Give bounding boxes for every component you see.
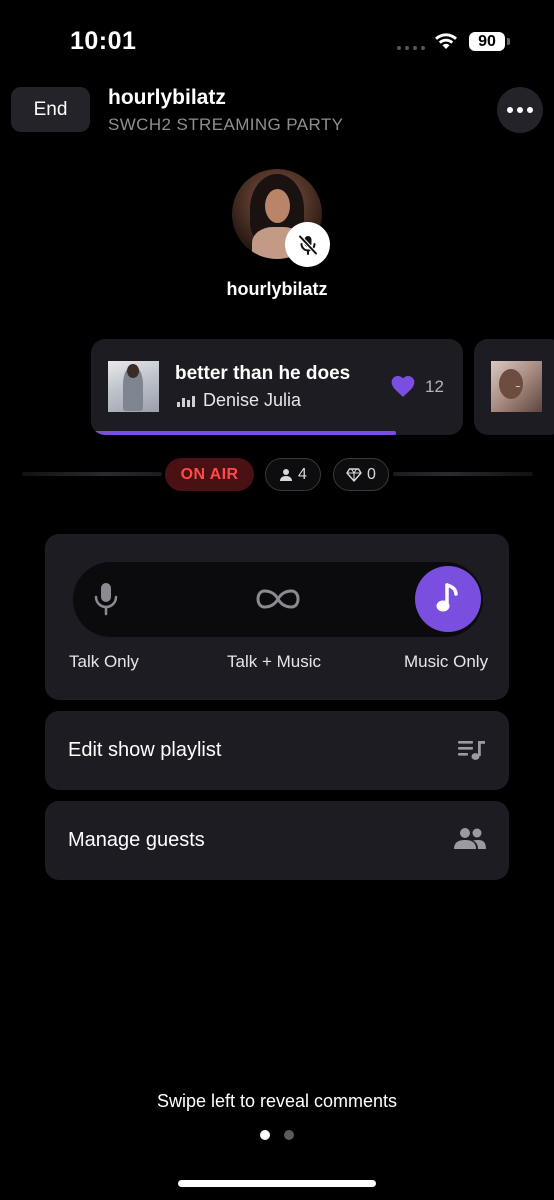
talk-only-button[interactable] <box>73 566 139 632</box>
mic-off-icon <box>297 234 318 255</box>
broadcast-mode-panel: Talk Only Talk + Music Music Only <box>45 534 509 700</box>
track-artist: Denise Julia <box>203 390 302 410</box>
cellular-signal-icon <box>397 46 425 50</box>
gem-count-pill[interactable]: 0 <box>333 458 389 491</box>
talk-music-button[interactable] <box>245 566 311 632</box>
status-bar: 10:01 90 <box>0 0 554 80</box>
end-button[interactable]: End <box>11 87 90 132</box>
now-playing-card[interactable]: better than he does Denise Julia 12 <box>91 339 463 435</box>
more-dot-icon <box>517 107 523 113</box>
like-count: 12 <box>425 377 444 396</box>
manage-guests-row[interactable]: Manage guests <box>45 801 509 880</box>
gem-count: 0 <box>367 465 376 483</box>
more-dot-icon <box>527 107 533 113</box>
edit-playlist-row[interactable]: Edit show playlist <box>45 711 509 790</box>
people-icon <box>454 828 486 849</box>
manage-guests-label: Manage guests <box>68 829 205 851</box>
microphone-icon <box>94 583 118 616</box>
music-only-label: Music Only <box>404 652 489 671</box>
edit-playlist-label: Edit show playlist <box>68 739 222 761</box>
talk-music-label: Talk + Music <box>227 652 321 671</box>
battery-tip <box>507 38 510 45</box>
status-time: 10:01 <box>70 27 137 55</box>
divider-line <box>393 472 533 476</box>
next-track-card[interactable]: ~ <box>474 339 554 435</box>
more-options-button[interactable] <box>497 87 543 133</box>
mic-muted-badge[interactable] <box>285 222 330 267</box>
on-air-badge: ON AIR <box>165 458 254 491</box>
next-album-art: ~ <box>491 361 542 412</box>
playback-progress <box>91 431 463 435</box>
home-indicator[interactable] <box>178 1180 376 1187</box>
divider-line <box>22 472 162 476</box>
heart-icon[interactable] <box>390 374 416 398</box>
infinity-icon <box>256 589 300 609</box>
music-only-button[interactable] <box>415 566 481 632</box>
person-icon <box>280 468 293 481</box>
listener-count: 4 <box>298 465 307 483</box>
page-dot[interactable] <box>284 1130 294 1140</box>
music-note-icon <box>436 583 458 612</box>
album-art <box>108 361 159 412</box>
show-title: hourlybilatz <box>108 86 226 109</box>
playlist-icon <box>458 741 485 760</box>
wifi-icon <box>435 33 457 49</box>
track-title: better than he does <box>175 363 351 384</box>
battery-indicator: 90 <box>469 32 505 51</box>
host-name: hourlybilatz <box>226 279 328 299</box>
more-dot-icon <box>507 107 513 113</box>
playback-progress-fill <box>91 431 397 435</box>
diamond-icon <box>346 467 362 482</box>
equalizer-icon <box>177 395 195 407</box>
page-indicator[interactable] <box>260 1130 294 1140</box>
mode-selector[interactable] <box>73 562 483 637</box>
listener-count-pill[interactable]: 4 <box>265 458 321 491</box>
swipe-hint: Swipe left to reveal comments <box>156 1091 398 1111</box>
talk-only-label: Talk Only <box>69 652 139 671</box>
page-dot[interactable] <box>260 1130 270 1140</box>
show-subtitle: SWCH2 STREAMING PARTY <box>108 115 344 134</box>
